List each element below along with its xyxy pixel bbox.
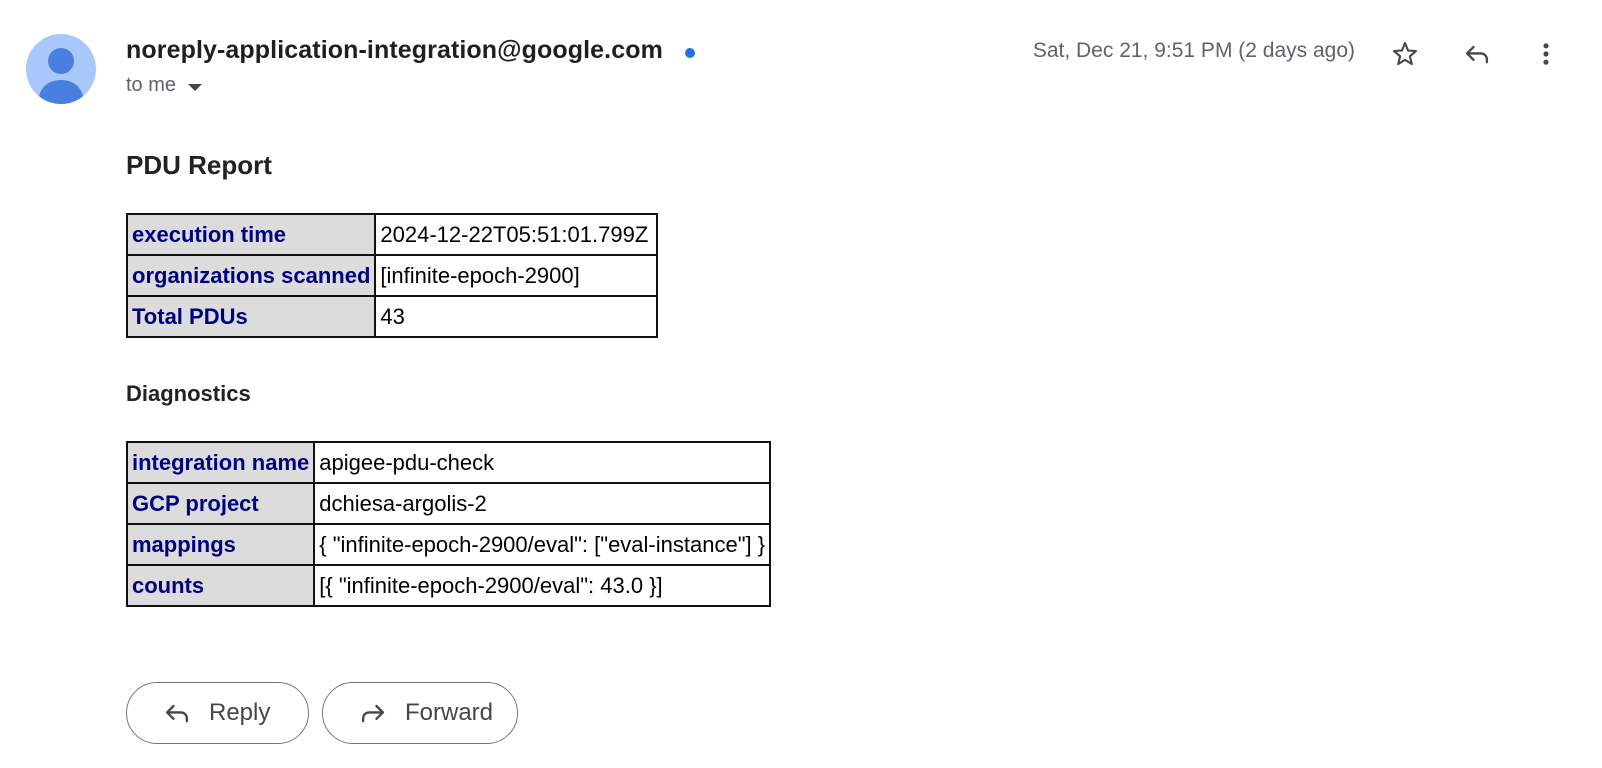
diagnostics-title: Diagnostics bbox=[126, 381, 251, 406]
report-title: PDU Report bbox=[126, 150, 272, 180]
recipient-details-toggle[interactable]: to me bbox=[126, 74, 203, 97]
table-row: execution time 2024-12-22T05:51:01.799Z bbox=[125, 213, 659, 256]
more-options-button[interactable] bbox=[1526, 34, 1566, 74]
table-key-cell: GCP project bbox=[125, 482, 316, 525]
person-icon bbox=[38, 48, 84, 104]
table-value-cell: [{ "infinite-epoch-2900/eval": 43.0 }] bbox=[313, 564, 772, 607]
email-message-view: noreply-application-integration@google.c… bbox=[0, 0, 1602, 768]
table-key-cell: Total PDUs bbox=[125, 295, 377, 338]
report-table: execution time 2024-12-22T05:51:01.799Z … bbox=[125, 213, 659, 338]
table-row: organizations scanned [infinite-epoch-29… bbox=[125, 254, 659, 297]
table-row: counts [{ "infinite-epoch-2900/eval": 43… bbox=[125, 564, 772, 607]
recipient-label: to me bbox=[126, 74, 177, 96]
reply-icon bbox=[163, 699, 191, 727]
chevron-down-icon bbox=[188, 84, 203, 91]
diagnostics-table: integration name apigee-pdu-check GCP pr… bbox=[125, 441, 772, 607]
sender-line: noreply-application-integration@google.c… bbox=[126, 36, 695, 65]
table-row: integration name apigee-pdu-check bbox=[125, 441, 772, 484]
table-key-cell: integration name bbox=[125, 441, 316, 484]
table-row: mappings { "infinite-epoch-2900/eval": [… bbox=[125, 523, 772, 566]
reply-button-label: Reply bbox=[209, 699, 271, 726]
table-key-cell: counts bbox=[125, 564, 316, 607]
table-row: Total PDUs 43 bbox=[125, 295, 659, 338]
table-value-cell: 43 bbox=[374, 295, 659, 338]
reply-icon-button[interactable] bbox=[1457, 34, 1497, 74]
table-key-cell: organizations scanned bbox=[125, 254, 377, 297]
table-value-cell: { "infinite-epoch-2900/eval": ["eval-ins… bbox=[313, 523, 772, 566]
star-icon bbox=[1392, 41, 1418, 66]
table-value-cell: dchiesa-argolis-2 bbox=[313, 482, 772, 525]
table-value-cell: [infinite-epoch-2900] bbox=[374, 254, 659, 297]
table-key-cell: mappings bbox=[125, 523, 316, 566]
forward-button-label: Forward bbox=[405, 699, 494, 726]
star-button[interactable] bbox=[1385, 34, 1425, 74]
table-value-cell: apigee-pdu-check bbox=[313, 441, 772, 484]
table-key-cell: execution time bbox=[125, 213, 377, 256]
reply-button[interactable]: Reply bbox=[126, 682, 309, 744]
unread-dot-icon bbox=[684, 47, 695, 58]
forward-icon bbox=[359, 699, 387, 727]
table-value-cell: 2024-12-22T05:51:01.799Z bbox=[374, 213, 659, 256]
sender-email[interactable]: noreply-application-integration@google.c… bbox=[126, 36, 663, 65]
reply-icon bbox=[1465, 45, 1489, 64]
message-date: Sat, Dec 21, 9:51 PM (2 days ago) bbox=[1032, 39, 1355, 62]
table-row: GCP project dchiesa-argolis-2 bbox=[125, 482, 772, 525]
more-vert-icon bbox=[1543, 43, 1549, 65]
forward-button[interactable]: Forward bbox=[322, 682, 518, 744]
sender-avatar[interactable] bbox=[26, 34, 96, 104]
